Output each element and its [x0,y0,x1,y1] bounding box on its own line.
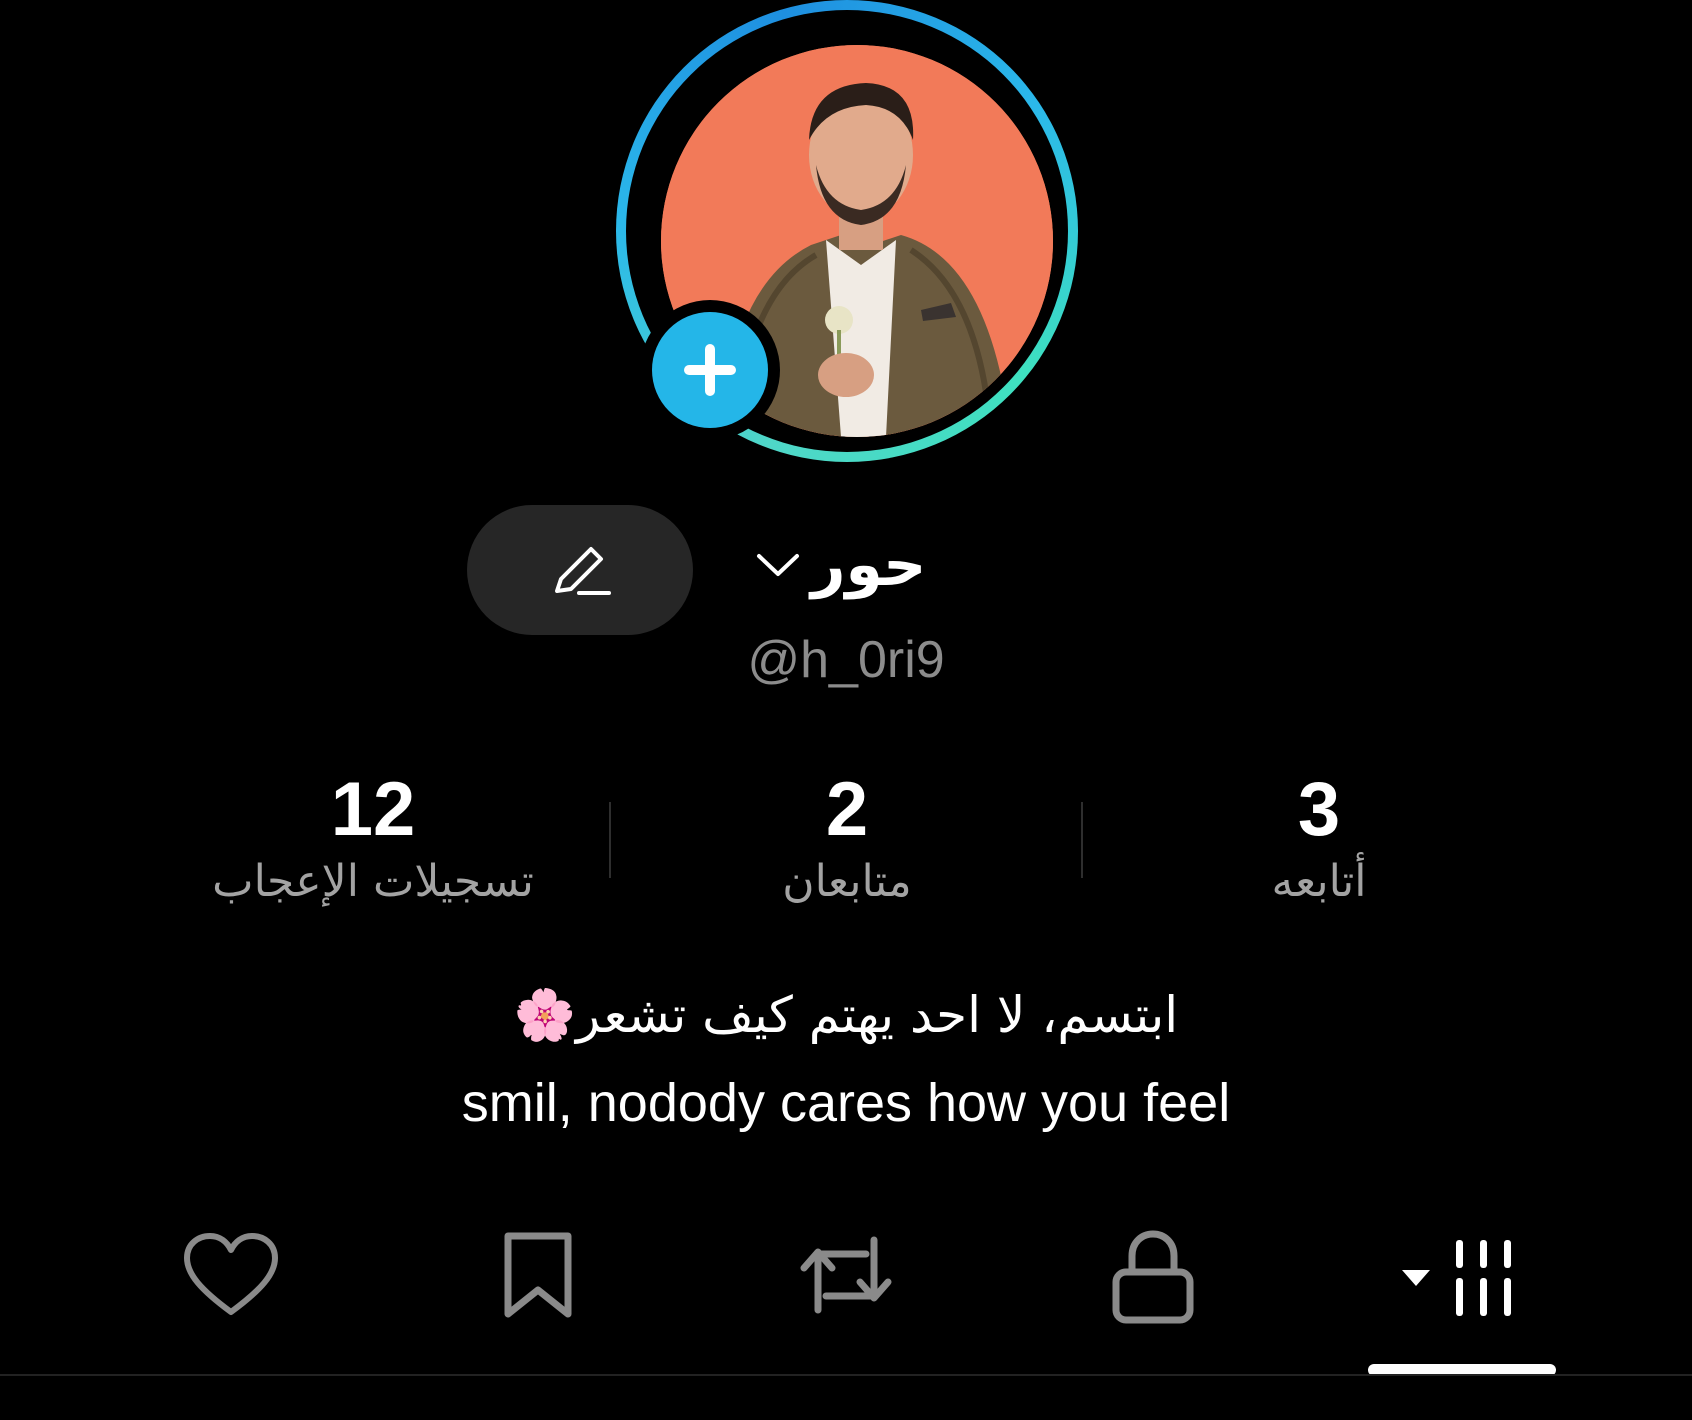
tab-saved[interactable] [468,1230,608,1340]
pencil-icon [555,547,611,595]
display-name: حور [811,530,927,600]
tab-liked[interactable] [161,1230,301,1340]
following-count: 3 [1297,767,1341,852]
likes-stat[interactable]: 12 تسجيلات الإعجاب [153,770,593,912]
edit-profile-button[interactable] [467,505,693,635]
profile-page: حور @h_0ri9 12 تسجيلات الإعجاب 2 متابعان… [0,0,1692,1420]
stat-divider [1081,802,1083,878]
bio-line-arabic: ابتسم، لا احد يهتم كيف تشعر🌸 [513,986,1179,1044]
add-story-button[interactable] [640,300,780,440]
stat-divider [609,802,611,878]
tabs-divider [0,1374,1692,1376]
videos-grid-icon [1402,1240,1511,1316]
plus-icon [684,344,736,396]
followers-label: متابعان [782,856,912,907]
following-stat[interactable]: 3 أتابعه [1099,770,1539,912]
bookmark-icon [504,1232,572,1318]
account-switcher[interactable]: حور [755,515,926,615]
lock-icon [1112,1230,1194,1324]
heart-icon [184,1233,278,1315]
tab-reposts[interactable] [776,1230,916,1340]
followers-count: 2 [825,767,869,852]
repost-icon [800,1236,892,1314]
following-label: أتابعه [1271,856,1367,907]
username: @h_0ri9 [747,631,945,689]
followers-stat[interactable]: 2 متابعان [627,770,1067,912]
bio-line-english: smil, nodody cares how you feel [461,1073,1231,1133]
likes-label: تسجيلات الإعجاب [212,856,534,907]
chevron-down-icon [757,554,799,576]
likes-count: 12 [330,767,416,852]
tab-videos[interactable] [1376,1230,1556,1340]
tab-private[interactable] [1083,1230,1223,1340]
